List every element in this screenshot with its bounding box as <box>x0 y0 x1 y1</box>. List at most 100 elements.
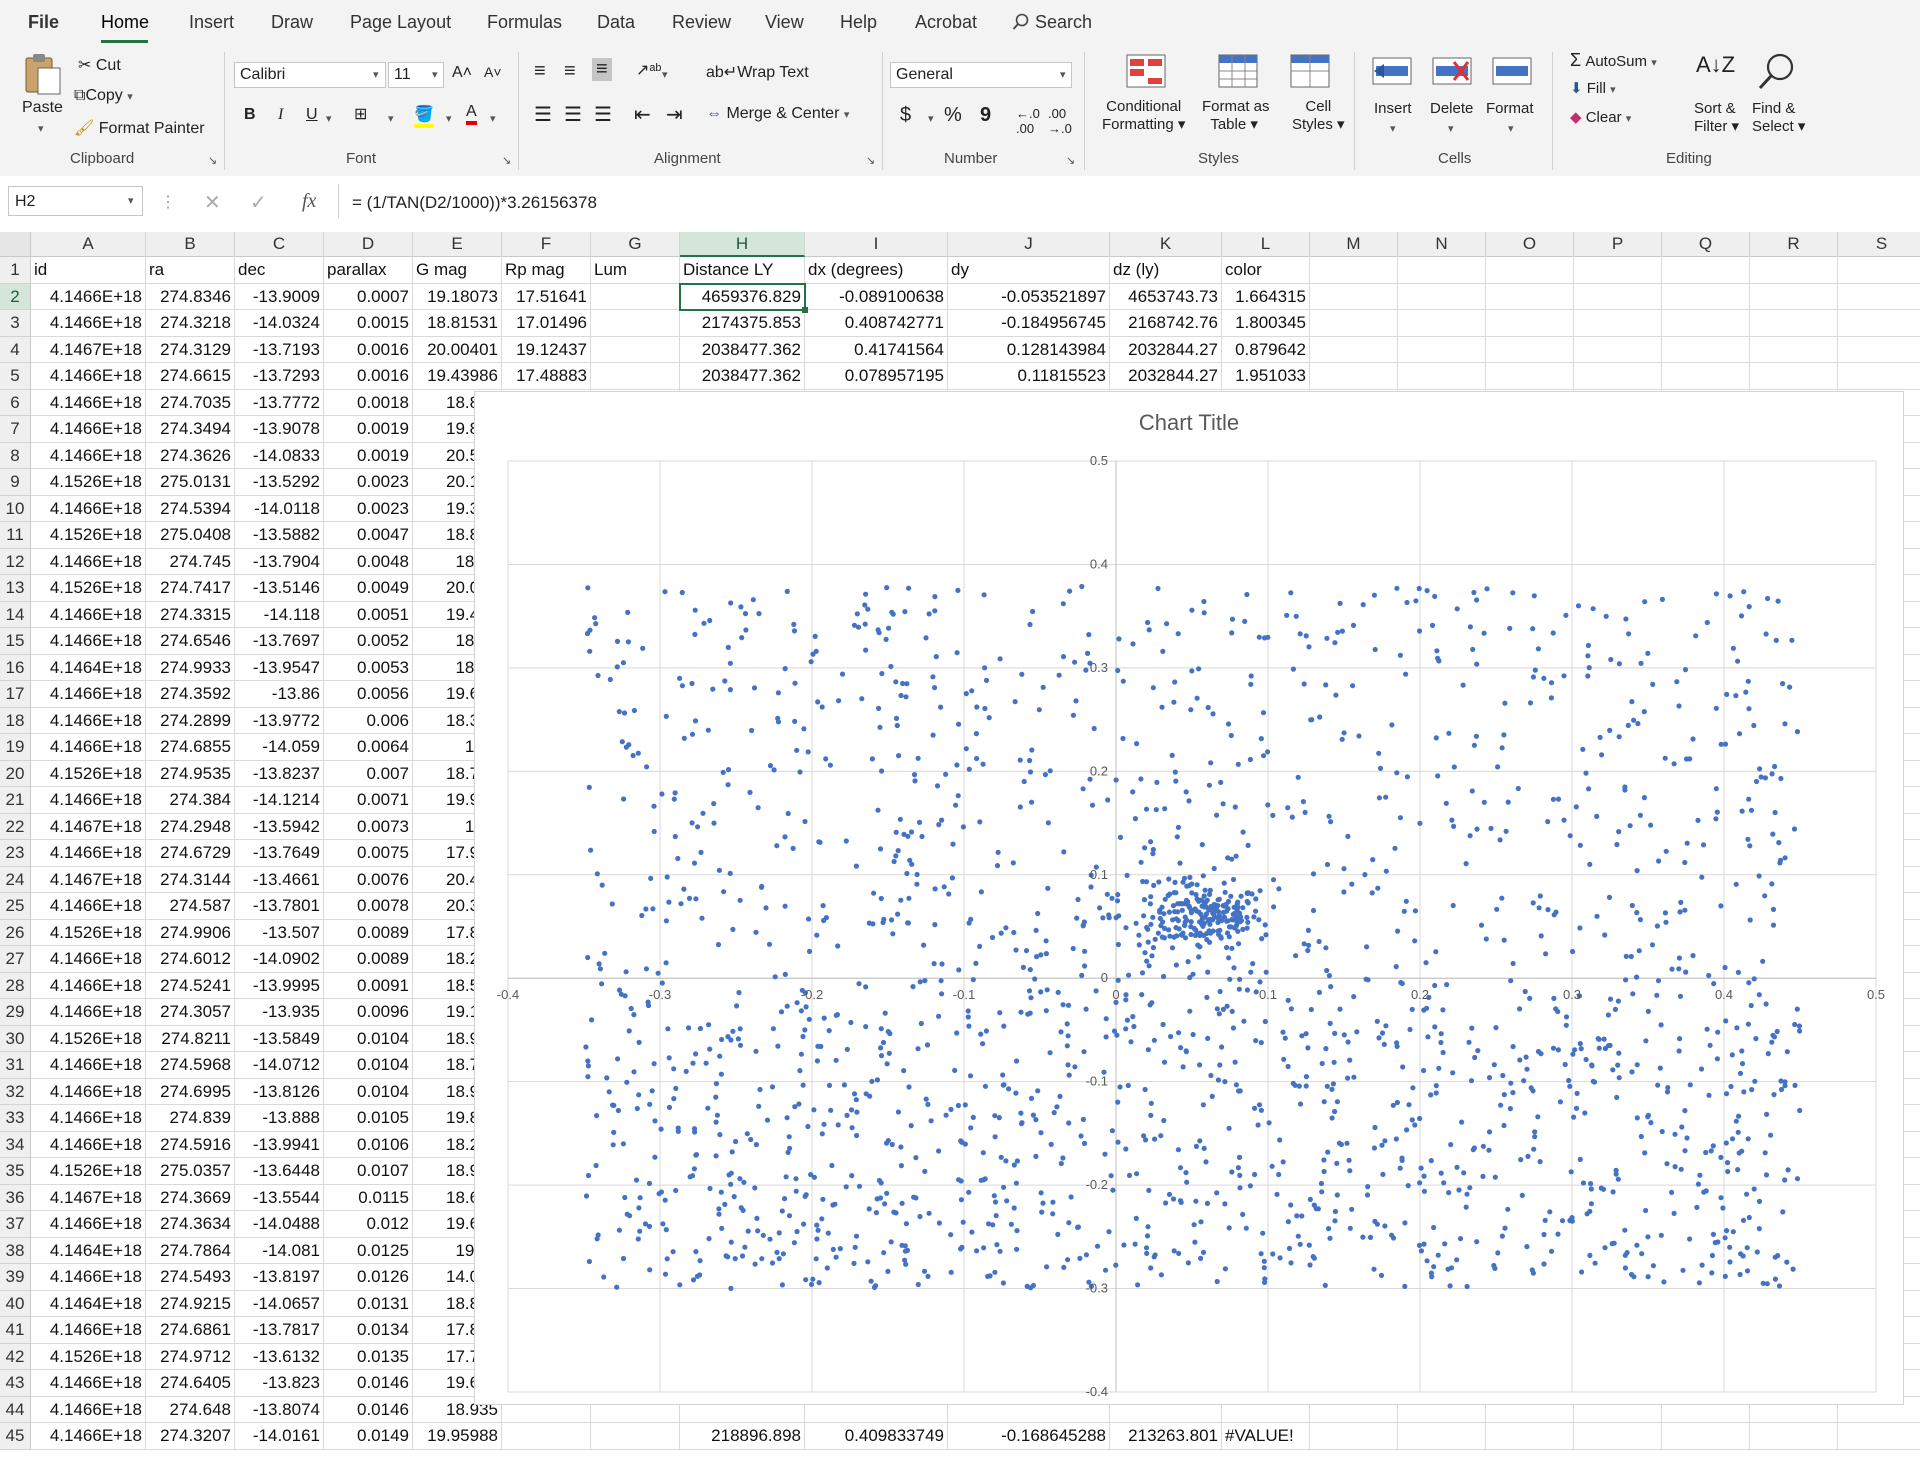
decrease-indent-icon[interactable]: ⇤ <box>634 102 651 127</box>
cell-B43[interactable]: 274.6405 <box>146 1370 235 1397</box>
cell-S4[interactable] <box>1838 337 1920 363</box>
cut-button[interactable]: ✂ Cut <box>78 55 121 75</box>
row-header-18[interactable]: 18 <box>0 707 31 734</box>
delete-cells-button[interactable]: Delete <box>1430 100 1473 117</box>
cell-A4[interactable]: 4.1467E+18 <box>31 336 146 363</box>
number-launcher-icon[interactable]: ↘ <box>1066 154 1075 167</box>
column-header-N[interactable]: N <box>1398 232 1486 257</box>
font-size-dropdown-icon[interactable]: ▾ <box>432 68 438 81</box>
cell-B40[interactable]: 274.9215 <box>146 1290 235 1317</box>
cell-C36[interactable]: -13.5544 <box>235 1184 324 1211</box>
row-header-12[interactable]: 12 <box>0 548 31 575</box>
cell-D6[interactable]: 0.0018 <box>324 389 413 416</box>
percent-button[interactable]: % <box>944 104 962 127</box>
cell-A38[interactable]: 4.1464E+18 <box>31 1237 146 1264</box>
fill-button[interactable]: ⬇ Fill ▾ <box>1570 79 1616 97</box>
format-as-table-icon[interactable] <box>1218 54 1258 93</box>
column-header-R[interactable]: R <box>1750 232 1838 257</box>
row-header-11[interactable]: 11 <box>0 522 31 549</box>
cell-Q45[interactable] <box>1662 1423 1750 1450</box>
tab-data[interactable]: Data <box>597 12 635 33</box>
cell-C19[interactable]: -14.059 <box>235 734 324 761</box>
row-header-40[interactable]: 40 <box>0 1290 31 1317</box>
cell-D29[interactable]: 0.0096 <box>324 999 413 1026</box>
cell-G4[interactable] <box>591 336 680 363</box>
find-select-icon[interactable] <box>1756 52 1796 97</box>
cell-B17[interactable]: 274.3592 <box>146 681 235 708</box>
fill-dropdown-icon[interactable]: ▾ <box>1610 84 1616 96</box>
cell-B31[interactable]: 274.5968 <box>146 1052 235 1079</box>
cell-A31[interactable]: 4.1466E+18 <box>31 1052 146 1079</box>
search-box[interactable]: Search <box>1012 12 1092 33</box>
cell-A10[interactable]: 4.1466E+18 <box>31 495 146 522</box>
sort-filter-button[interactable]: Sort & Filter ▾ <box>1694 100 1739 135</box>
column-header-S[interactable]: S <box>1838 232 1920 257</box>
cell-L4[interactable]: 0.879642 <box>1222 336 1310 363</box>
cell-C39[interactable]: -13.8197 <box>235 1264 324 1291</box>
cell-C6[interactable]: -13.7772 <box>235 389 324 416</box>
cell-M3[interactable] <box>1310 310 1398 337</box>
cell-L45[interactable]: #VALUE! <box>1222 1423 1310 1450</box>
cell-A32[interactable]: 4.1466E+18 <box>31 1078 146 1105</box>
cell-C12[interactable]: -13.7904 <box>235 548 324 575</box>
sort-filter-icon[interactable]: A↓Z <box>1696 52 1735 78</box>
cell-F2[interactable]: 17.51641 <box>502 283 591 310</box>
comma-button[interactable]: 9 <box>980 104 991 127</box>
tab-draw[interactable]: Draw <box>271 12 313 33</box>
cell-A20[interactable]: 4.1526E+18 <box>31 760 146 787</box>
cell-B37[interactable]: 274.3634 <box>146 1211 235 1238</box>
number-format-select[interactable]: General <box>890 62 1072 88</box>
cell-C32[interactable]: -13.8126 <box>235 1078 324 1105</box>
cell-N1[interactable] <box>1398 257 1486 284</box>
cell-B44[interactable]: 274.648 <box>146 1396 235 1423</box>
cell-M2[interactable] <box>1310 283 1398 310</box>
cell-D34[interactable]: 0.0106 <box>324 1131 413 1158</box>
cell-M4[interactable] <box>1310 336 1398 363</box>
cell-A41[interactable]: 4.1466E+18 <box>31 1317 146 1344</box>
row-header-27[interactable]: 27 <box>0 946 31 973</box>
row-header-35[interactable]: 35 <box>0 1158 31 1185</box>
cell-Q3[interactable] <box>1662 310 1750 337</box>
insert-cells-icon[interactable] <box>1372 54 1412 93</box>
fill-color-dropdown-icon[interactable]: ▾ <box>446 112 452 125</box>
column-header-D[interactable]: D <box>324 232 413 257</box>
cell-D37[interactable]: 0.012 <box>324 1211 413 1238</box>
cell-F1[interactable]: Rp mag <box>502 257 591 284</box>
cell-D39[interactable]: 0.0126 <box>324 1264 413 1291</box>
cell-D17[interactable]: 0.0056 <box>324 681 413 708</box>
cell-B7[interactable]: 274.3494 <box>146 416 235 443</box>
cell-B26[interactable]: 274.9906 <box>146 919 235 946</box>
cell-G1[interactable]: Lum <box>591 257 680 284</box>
cell-C10[interactable]: -14.0118 <box>235 495 324 522</box>
cell-B35[interactable]: 275.0357 <box>146 1158 235 1185</box>
cell-F4[interactable]: 19.12437 <box>502 336 591 363</box>
paste-icon[interactable] <box>22 52 64 101</box>
cell-D10[interactable]: 0.0023 <box>324 495 413 522</box>
cell-R45[interactable] <box>1750 1423 1838 1450</box>
row-header-32[interactable]: 32 <box>0 1078 31 1105</box>
cell-A28[interactable]: 4.1466E+18 <box>31 972 146 999</box>
row-header-31[interactable]: 31 <box>0 1052 31 1079</box>
cell-C34[interactable]: -13.9941 <box>235 1131 324 1158</box>
formula-input[interactable]: = (1/TAN(D2/1000))*3.26156378 <box>352 193 597 213</box>
cell-D14[interactable]: 0.0051 <box>324 601 413 628</box>
cell-L3[interactable]: 1.800345 <box>1222 310 1310 337</box>
cell-C35[interactable]: -13.6448 <box>235 1158 324 1185</box>
row-header-42[interactable]: 42 <box>0 1343 31 1370</box>
autosum-button[interactable]: Σ AutoSum ▾ <box>1570 50 1657 71</box>
cell-B39[interactable]: 274.5493 <box>146 1264 235 1291</box>
cell-H1[interactable]: Distance LY <box>680 257 805 284</box>
cell-D28[interactable]: 0.0091 <box>324 972 413 999</box>
row-header-15[interactable]: 15 <box>0 628 31 655</box>
cell-B14[interactable]: 274.3315 <box>146 601 235 628</box>
cell-B18[interactable]: 274.2899 <box>146 707 235 734</box>
cell-C27[interactable]: -14.0902 <box>235 946 324 973</box>
cell-G3[interactable] <box>591 310 680 337</box>
column-header-I[interactable]: I <box>805 232 948 257</box>
italic-button[interactable]: I <box>278 106 283 124</box>
font-name-select[interactable]: Calibri <box>234 62 386 88</box>
paste-dropdown-icon[interactable]: ▾ <box>38 122 44 135</box>
cell-C37[interactable]: -14.0488 <box>235 1211 324 1238</box>
cell-L2[interactable]: 1.664315 <box>1222 283 1310 310</box>
row-header-29[interactable]: 29 <box>0 999 31 1026</box>
